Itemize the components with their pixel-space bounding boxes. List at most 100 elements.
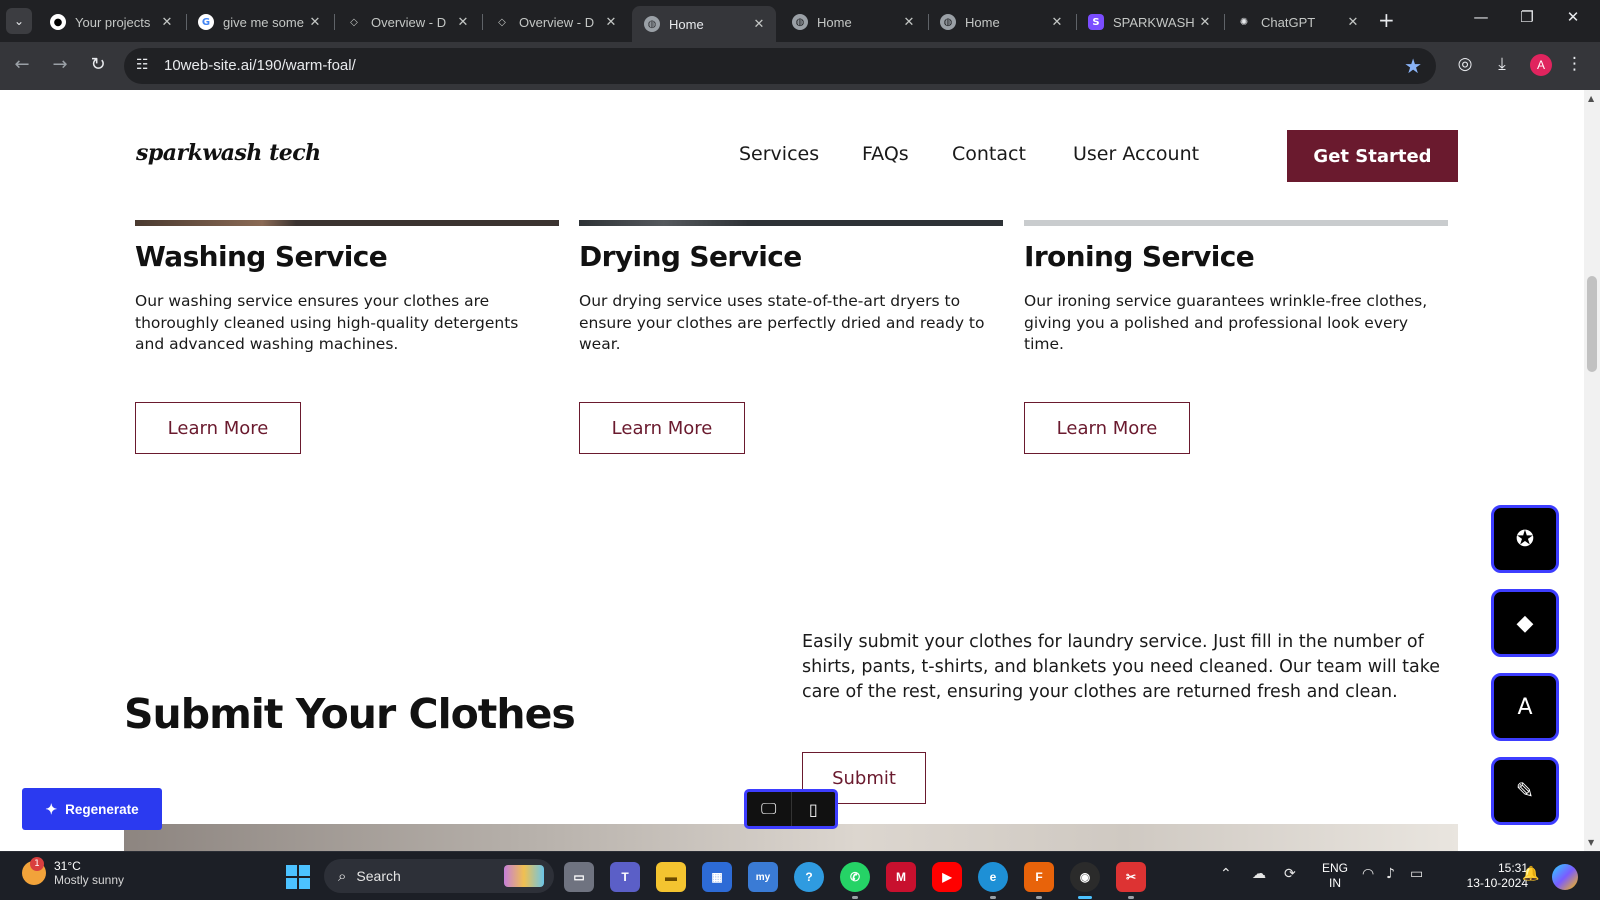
minimize-icon[interactable]: — (1458, 8, 1504, 26)
tab-6[interactable]: ◍ Home ✕ (780, 6, 926, 38)
close-icon[interactable]: ✕ (750, 17, 768, 32)
battery-icon[interactable]: ▭ (1410, 866, 1423, 882)
scroll-up-icon[interactable]: ▲ (1588, 94, 1594, 103)
tab-3[interactable]: ◇ Overview - D ✕ (334, 6, 480, 38)
youtube-icon[interactable]: ▶ (932, 862, 962, 892)
desktop-icon[interactable]: 🖵 (747, 792, 791, 826)
mysql-icon[interactable]: my (748, 862, 778, 892)
tab-4[interactable]: ◇ Overview - D ✕ (482, 6, 628, 38)
browser-toolbar: ← → ↻ ☷ 10web-site.ai/190/warm-foal/ ★ ◎… (0, 42, 1600, 90)
language-line-2: IN (1329, 876, 1341, 890)
forward-arrow-icon[interactable]: → (48, 54, 72, 75)
tab-5-active[interactable]: ◍ Home ✕ (632, 6, 776, 42)
mobile-icon[interactable]: ▯ (790, 792, 836, 826)
tab-1[interactable]: ● Your projects ✕ (38, 6, 184, 38)
tab-title: Overview - D (371, 14, 447, 30)
font-style-icon[interactable]: A (1491, 673, 1559, 741)
close-icon[interactable]: ✕ (158, 15, 176, 30)
profile-avatar[interactable]: A (1530, 54, 1552, 76)
copilot-icon[interactable] (1552, 864, 1578, 890)
back-arrow-icon[interactable]: ← (10, 54, 34, 75)
site-logo[interactable]: sparkwash tech (136, 140, 321, 166)
whatsapp-icon[interactable]: ✆ (840, 862, 870, 899)
notification-bell-icon[interactable]: 🔔 (1522, 866, 1539, 882)
store-icon[interactable]: ▦ (702, 862, 732, 892)
wifi-icon[interactable]: ◠ (1362, 866, 1374, 882)
search-highlight-image (504, 865, 544, 887)
tab-search-button[interactable]: ⌄ (6, 8, 32, 34)
bookmark-star-icon[interactable]: ★ (1404, 54, 1422, 78)
diamond-icon: ◇ (350, 16, 358, 28)
tab-7[interactable]: ◍ Home ✕ (928, 6, 1074, 38)
mcafee-icon[interactable]: M (886, 862, 916, 892)
windows-start-icon[interactable] (286, 865, 310, 889)
show-hidden-icons[interactable]: ⌃ (1220, 866, 1232, 882)
tab-9[interactable]: ✺ ChatGPT ✕ (1224, 6, 1370, 38)
edge-icon[interactable]: e (978, 862, 1008, 899)
onedrive-icon[interactable]: ☁ (1252, 866, 1266, 882)
file-explorer-icon[interactable]: ▬ (656, 862, 686, 892)
taskbar-search[interactable]: ⌕ Search (324, 859, 554, 893)
close-icon[interactable]: ✕ (900, 15, 918, 30)
figma-plus-icon[interactable]: F (1024, 862, 1054, 899)
chat-star-icon[interactable]: ✪ (1491, 505, 1559, 573)
site-settings-icon[interactable]: ☷ (136, 57, 149, 73)
tab-title: Your projects (75, 14, 151, 30)
url-text[interactable]: 10web-site.ai/190/warm-foal/ (164, 57, 356, 74)
tab-title: Home (817, 14, 852, 30)
regenerate-label: Regenerate (65, 801, 139, 817)
windows-taskbar: 1 31°C Mostly sunny ⌕ Search ▭ T ▬ ▦ my … (0, 851, 1600, 900)
pen-icon[interactable]: ✎ (1491, 757, 1559, 825)
volume-icon[interactable]: ♪ (1386, 866, 1395, 882)
extension-icon[interactable]: ◎ (1453, 54, 1477, 74)
drying-service-description: Our drying service uses state-of-the-art… (579, 292, 985, 353)
snipping-tool-icon[interactable]: ✂ (1116, 862, 1146, 899)
tab-8[interactable]: S SPARKWASH ✕ (1076, 6, 1222, 38)
language-indicator[interactable]: ENG IN (1322, 861, 1348, 891)
sync-icon[interactable]: ⟳ (1284, 866, 1296, 882)
close-icon[interactable]: ✕ (1196, 15, 1214, 30)
scroll-down-icon[interactable]: ▼ (1588, 838, 1594, 847)
diamond-icon[interactable]: ◆ (1491, 589, 1559, 657)
clock-date: 13-10-2024 (1466, 876, 1528, 890)
browser-tab-bar: ⌄ ● Your projects ✕ G give me some ✕ ◇ O… (0, 0, 1600, 42)
nav-user-account[interactable]: User Account (1073, 143, 1199, 165)
nav-faqs[interactable]: FAQs (862, 143, 909, 165)
close-icon[interactable]: ✕ (1048, 15, 1066, 30)
scroll-thumb[interactable] (1587, 276, 1597, 372)
task-view-icon[interactable]: ▭ (564, 862, 594, 892)
drying-learn-more-button[interactable]: Learn More (579, 402, 745, 454)
weather-badge: 1 (30, 857, 44, 871)
download-icon[interactable]: ⤓ (1490, 54, 1514, 74)
nav-contact[interactable]: Contact (952, 143, 1026, 165)
close-icon[interactable]: ✕ (1344, 15, 1362, 30)
page-scrollbar[interactable]: ▲ ▼ (1584, 90, 1600, 851)
submit-section-title: Submit Your Clothes (124, 690, 576, 738)
tab-title: Home (669, 16, 704, 32)
new-tab-icon[interactable]: + (1378, 10, 1395, 30)
washing-learn-more-button[interactable]: Learn More (135, 402, 301, 454)
drying-service-title: Drying Service (579, 240, 802, 273)
address-bar[interactable]: ☷ 10web-site.ai/190/warm-foal/ ★ (124, 48, 1436, 84)
more-menu-icon[interactable]: ⋮ (1566, 54, 1583, 74)
regenerate-button[interactable]: ✦ Regenerate (22, 788, 162, 830)
reload-icon[interactable]: ↻ (86, 54, 110, 75)
teams-icon[interactable]: T (610, 862, 640, 892)
weather-temp: 31°C (54, 859, 81, 873)
restore-icon[interactable]: ❐ (1504, 8, 1550, 26)
sparkle-icon: ✦ (45, 800, 58, 817)
close-icon[interactable]: ✕ (454, 15, 472, 30)
device-mode-toggle: 🖵 ▯ (744, 789, 838, 829)
weather-widget[interactable]: 1 31°C Mostly sunny (22, 857, 124, 887)
chrome-icon[interactable]: ◉ (1070, 862, 1100, 899)
ironing-learn-more-button[interactable]: Learn More (1024, 402, 1190, 454)
system-clock[interactable]: 15:31 13-10-2024 (1462, 861, 1528, 891)
tab-2[interactable]: G give me some ✕ (186, 6, 332, 38)
get-started-button[interactable]: Get Started (1287, 130, 1458, 182)
close-icon[interactable]: ✕ (602, 15, 620, 30)
ironing-service-title: Ironing Service (1024, 240, 1255, 273)
nav-services[interactable]: Services (739, 143, 819, 165)
close-window-icon[interactable]: ✕ (1550, 8, 1596, 26)
help-icon[interactable]: ? (794, 862, 824, 892)
close-icon[interactable]: ✕ (306, 15, 324, 30)
